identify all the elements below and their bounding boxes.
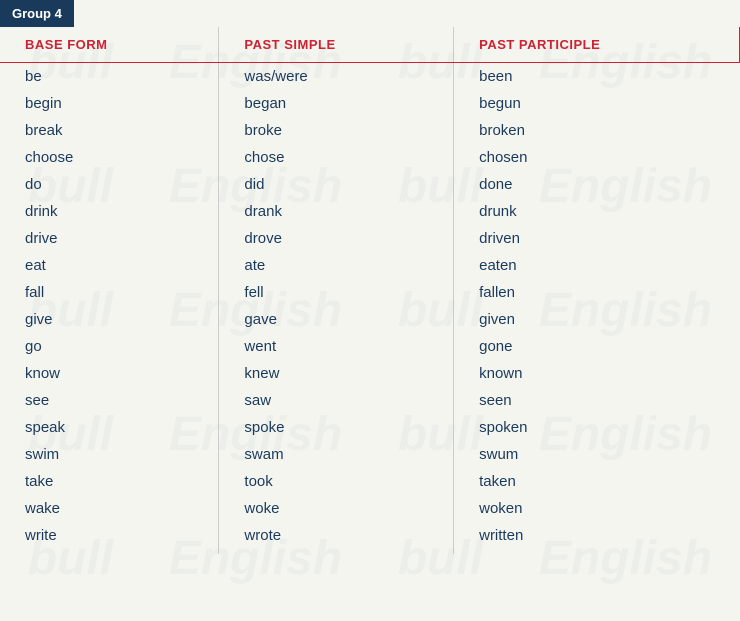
base-form-cell: know (0, 360, 219, 387)
table-row: swimswamswum (0, 441, 740, 468)
base-form-cell: do (0, 171, 219, 198)
past-participle-cell: spoken (454, 414, 740, 441)
past-participle-cell: taken (454, 468, 740, 495)
base-form-cell: be (0, 63, 219, 91)
past-participle-cell: gone (454, 333, 740, 360)
past-participle-cell: drunk (454, 198, 740, 225)
base-form-cell: drink (0, 198, 219, 225)
table-row: speakspokespoken (0, 414, 740, 441)
past-participle-cell: known (454, 360, 740, 387)
past-participle-cell: swum (454, 441, 740, 468)
base-form-cell: swim (0, 441, 219, 468)
table-row: fallfellfallen (0, 279, 740, 306)
past-simple-cell: spoke (219, 414, 454, 441)
past-simple-cell: was/were (219, 63, 454, 91)
base-form-cell: wake (0, 495, 219, 522)
past-participle-cell: begun (454, 90, 740, 117)
base-form-cell: choose (0, 144, 219, 171)
table-row: bewas/werebeen (0, 63, 740, 91)
past-simple-cell: took (219, 468, 454, 495)
table-row: beginbeganbegun (0, 90, 740, 117)
past-participle-cell: driven (454, 225, 740, 252)
past-participle-cell: chosen (454, 144, 740, 171)
table-row: seesawseen (0, 387, 740, 414)
past-participle-cell: written (454, 522, 740, 554)
table-row: taketooktaken (0, 468, 740, 495)
table-row: eatateeaten (0, 252, 740, 279)
past-participle-cell: seen (454, 387, 740, 414)
past-simple-cell: drank (219, 198, 454, 225)
past-simple-cell: ate (219, 252, 454, 279)
base-form-cell: see (0, 387, 219, 414)
table-row: drinkdrankdrunk (0, 198, 740, 225)
base-form-cell: eat (0, 252, 219, 279)
past-participle-cell: given (454, 306, 740, 333)
past-simple-cell: drove (219, 225, 454, 252)
base-form-cell: fall (0, 279, 219, 306)
base-form-cell: begin (0, 90, 219, 117)
past-participle-cell: woken (454, 495, 740, 522)
table-container: BASE FORM PAST SIMPLE PAST PARTICIPLE be… (0, 27, 740, 554)
past-simple-cell: chose (219, 144, 454, 171)
table-row: writewrotewritten (0, 522, 740, 554)
table-row: givegavegiven (0, 306, 740, 333)
past-simple-cell: did (219, 171, 454, 198)
past-participle-cell: eaten (454, 252, 740, 279)
table-row: breakbrokebroken (0, 117, 740, 144)
past-simple-cell: began (219, 90, 454, 117)
past-simple-cell: gave (219, 306, 454, 333)
col-header-past-simple: PAST SIMPLE (219, 27, 454, 63)
past-simple-cell: went (219, 333, 454, 360)
past-simple-cell: knew (219, 360, 454, 387)
base-form-cell: take (0, 468, 219, 495)
table-row: gowentgone (0, 333, 740, 360)
base-form-cell: break (0, 117, 219, 144)
table-row: wakewokewoken (0, 495, 740, 522)
table-row: drivedrovedriven (0, 225, 740, 252)
past-simple-cell: wrote (219, 522, 454, 554)
base-form-cell: go (0, 333, 219, 360)
past-simple-cell: woke (219, 495, 454, 522)
past-simple-cell: fell (219, 279, 454, 306)
table-row: dodiddone (0, 171, 740, 198)
table-row: knowknewknown (0, 360, 740, 387)
past-simple-cell: swam (219, 441, 454, 468)
base-form-cell: give (0, 306, 219, 333)
past-simple-cell: saw (219, 387, 454, 414)
col-header-past-participle: PAST PARTICIPLE (454, 27, 740, 63)
irregular-verbs-table: BASE FORM PAST SIMPLE PAST PARTICIPLE be… (0, 27, 740, 554)
past-participle-cell: been (454, 63, 740, 91)
base-form-cell: write (0, 522, 219, 554)
past-participle-cell: done (454, 171, 740, 198)
past-participle-cell: fallen (454, 279, 740, 306)
table-row: choosechosechosen (0, 144, 740, 171)
past-participle-cell: broken (454, 117, 740, 144)
past-simple-cell: broke (219, 117, 454, 144)
col-header-base: BASE FORM (0, 27, 219, 63)
group-header: Group 4 (0, 0, 74, 27)
base-form-cell: speak (0, 414, 219, 441)
base-form-cell: drive (0, 225, 219, 252)
